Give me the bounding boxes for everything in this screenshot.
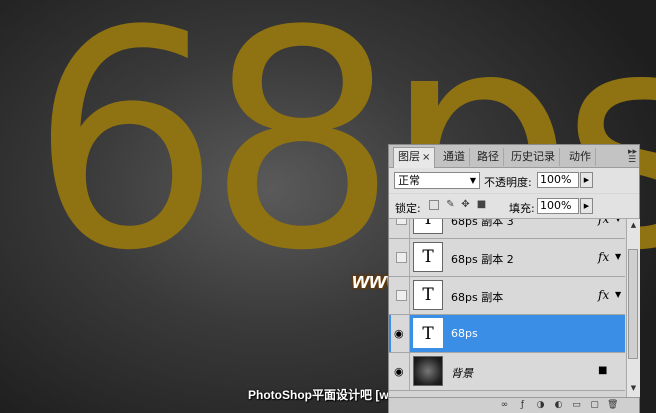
scroll-up-icon[interactable]: ▲ (628, 220, 639, 231)
tab-history[interactable]: 历史记录 (507, 148, 560, 166)
lock-label: 锁定: (395, 202, 421, 215)
scroll-thumb[interactable] (628, 249, 638, 359)
blend-mode-value: 正常 (398, 174, 420, 187)
layer-name: 背景 (451, 367, 473, 380)
layer-row[interactable]: T 68ps 副本 3 fx ▼ (389, 219, 625, 239)
layer-row-selected[interactable]: ◉ T 68ps (389, 315, 625, 353)
empty-eye-icon (396, 252, 407, 263)
lock-row: 锁定: ✎ ✥ ■ 填充: 100% ▶ (389, 194, 639, 219)
tab-paths-label: 路径 (477, 150, 499, 163)
scroll-down-icon[interactable]: ▼ (628, 383, 639, 394)
chevron-down-icon[interactable]: ▼ (615, 219, 621, 223)
tab-channels[interactable]: 通道 (439, 148, 470, 166)
layer-thumbnail: T (413, 280, 443, 310)
visibility-toggle[interactable] (391, 239, 410, 276)
lock-all-icon[interactable]: ■ (476, 199, 487, 210)
trash-icon[interactable]: 🗑 (607, 400, 618, 411)
opacity-label: 不透明度: (484, 176, 532, 189)
opacity-input[interactable]: 100% (537, 172, 579, 188)
close-icon[interactable]: × (422, 152, 430, 163)
opacity-slider-button[interactable]: ▶ (580, 172, 593, 188)
layer-thumbnail: T (413, 242, 443, 272)
visibility-toggle[interactable]: ◉ (391, 315, 410, 352)
new-layer-icon[interactable]: ▢ (589, 400, 600, 411)
empty-eye-icon (396, 219, 407, 225)
background-thumbnail (413, 356, 443, 386)
layer-thumbnail: T (413, 318, 443, 348)
fx-icon[interactable]: fx (598, 219, 609, 226)
layers-panel: 图层 × 通道 路径 历史记录 动作 ▸▸ ☰ 正常 ▼ 不透明度: 100% ▶ … (388, 144, 640, 413)
eye-icon: ◉ (394, 365, 404, 378)
adjustment-icon[interactable]: ◐ (553, 400, 564, 411)
layers-list: T 68ps 副本 3 fx ▼ T 68ps 副本 2 fx ▼ T 68ps… (389, 219, 625, 397)
layer-row[interactable]: T 68ps 副本 fx ▼ (389, 277, 625, 315)
fx-icon[interactable]: fx (598, 288, 609, 302)
tab-layers-label: 图层 (398, 150, 420, 163)
lock-icon: ■ (598, 365, 608, 376)
layer-name: 68ps 副本 3 (451, 219, 514, 228)
blend-row: 正常 ▼ 不透明度: 100% ▶ (389, 168, 639, 193)
tab-actions-label: 动作 (569, 150, 591, 163)
layer-row[interactable]: T 68ps 副本 2 fx ▼ (389, 239, 625, 277)
fill-input[interactable]: 100% (537, 198, 579, 214)
link-icon[interactable]: ∞ (499, 400, 510, 411)
lock-move-icon[interactable]: ✥ (460, 199, 471, 210)
blend-mode-select[interactable]: 正常 ▼ (394, 172, 480, 189)
empty-eye-icon (396, 290, 407, 301)
lock-brush-icon[interactable]: ✎ (445, 199, 456, 210)
fx-icon[interactable]: fx (598, 250, 609, 264)
tab-history-label: 历史记录 (511, 150, 555, 163)
chevron-down-icon: ▼ (469, 176, 476, 185)
visibility-toggle[interactable] (391, 277, 410, 314)
tab-paths[interactable]: 路径 (473, 148, 504, 166)
tab-layers[interactable]: 图层 × (393, 147, 436, 168)
panel-bottom-bar: ∞ ƒ ◑ ◐ ▭ ▢ 🗑 (389, 397, 639, 413)
fill-slider-button[interactable]: ▶ (580, 198, 593, 214)
fill-label: 填充: (509, 202, 535, 215)
eye-icon: ◉ (394, 327, 404, 340)
layer-name: 68ps (451, 327, 478, 340)
lock-transparent-icon[interactable] (429, 200, 439, 210)
tab-actions[interactable]: 动作 (565, 148, 596, 166)
layer-row-background[interactable]: ◉ 背景 ■ (389, 353, 625, 391)
layer-name: 68ps 副本 (451, 291, 504, 304)
fx-menu-icon[interactable]: ƒ (517, 400, 528, 411)
layers-scrollbar[interactable]: ▲ ▼ (626, 219, 640, 397)
chevron-down-icon[interactable]: ▼ (615, 252, 621, 261)
folder-icon[interactable]: ▭ (571, 400, 582, 411)
chevron-down-icon[interactable]: ▼ (615, 290, 621, 299)
layer-thumbnail: T (413, 219, 443, 234)
tab-channels-label: 通道 (443, 150, 465, 163)
mask-icon[interactable]: ◑ (535, 400, 546, 411)
panel-menu-icon[interactable]: ▸▸ ☰ (628, 148, 637, 165)
visibility-toggle[interactable]: ◉ (391, 353, 410, 390)
panel-tabs: 图层 × 通道 路径 历史记录 动作 ▸▸ ☰ (389, 145, 639, 168)
layer-name: 68ps 副本 2 (451, 253, 514, 266)
visibility-toggle[interactable] (391, 219, 410, 238)
